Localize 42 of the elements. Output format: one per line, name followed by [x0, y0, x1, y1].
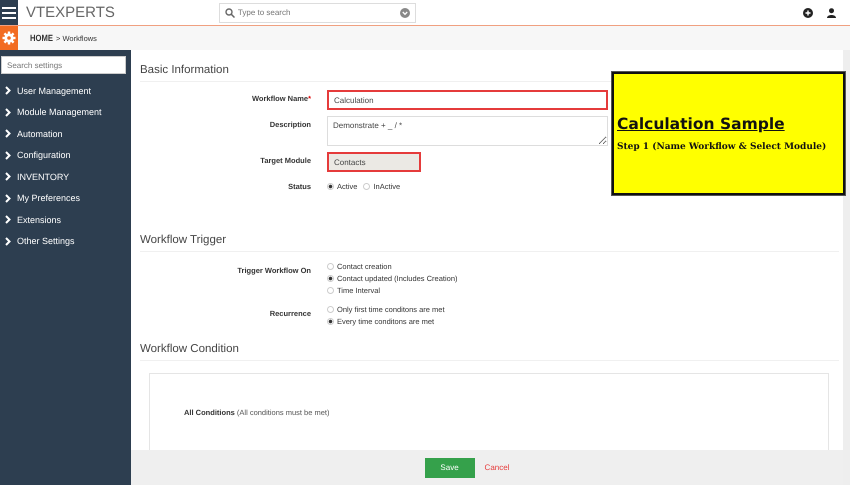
- cancel-link[interactable]: Cancel: [484, 463, 510, 472]
- chevron-icon: [5, 215, 11, 224]
- sidebar-item[interactable]: Configuration: [0, 144, 131, 166]
- radio-button[interactable]: [327, 182, 334, 190]
- description-field[interactable]: Demonstrate + _ / *: [327, 116, 608, 146]
- callout-subtitle: Step 1 (Name Workflow & Select Module): [617, 142, 828, 152]
- home-link[interactable]: HOME: [30, 33, 53, 43]
- sidebar-item[interactable]: Extensions: [0, 209, 131, 230]
- settings-search-field[interactable]: Search settings: [1, 56, 126, 74]
- section-title: Workflow Condition: [140, 343, 839, 361]
- chevron-icon: [5, 194, 11, 203]
- chevron-icon: [5, 150, 11, 160]
- settings-icon: [2, 31, 16, 45]
- radio-button[interactable]: [363, 182, 370, 190]
- user-icon[interactable]: [827, 8, 836, 18]
- menu-button[interactable]: [0, 0, 18, 25]
- radio-button[interactable]: [327, 306, 334, 313]
- chevron-icon: [5, 172, 11, 182]
- sidebar-item[interactable]: Automation: [0, 123, 131, 144]
- chevron-icon: [5, 236, 11, 246]
- sidebar-item[interactable]: Module Management: [0, 102, 131, 123]
- search-icon: [224, 8, 235, 18]
- chevron-icon: [5, 108, 11, 117]
- sidebar-item[interactable]: Other Settings: [0, 230, 131, 252]
- sidebar-item[interactable]: INVENTORY: [0, 166, 131, 188]
- chevron-icon: [5, 86, 11, 96]
- chevron-icon: [5, 129, 11, 138]
- target-module-field[interactable]: Contacts: [327, 152, 421, 172]
- callout-title: Calculation Sample: [617, 115, 786, 133]
- logo: VTEXPERTS: [26, 4, 115, 21]
- section-title: Workflow Trigger: [140, 234, 839, 252]
- sidebar-item[interactable]: My Preferences: [0, 188, 131, 209]
- radio-button[interactable]: [327, 287, 334, 294]
- search-field[interactable]: Type to search: [218, 2, 416, 22]
- radio-button[interactable]: [327, 318, 334, 325]
- dropdown-icon[interactable]: [400, 8, 410, 18]
- menu-icon: [2, 6, 16, 18]
- sidebar-item[interactable]: User Management: [0, 80, 131, 102]
- radio-button[interactable]: [327, 263, 334, 270]
- radio-button[interactable]: [327, 275, 334, 282]
- workflow-name-field[interactable]: Calculation: [327, 90, 608, 110]
- add-icon[interactable]: [803, 8, 813, 18]
